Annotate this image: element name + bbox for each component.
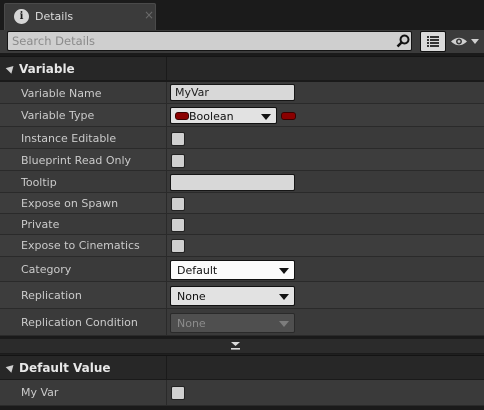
- property-label: Variable Name: [21, 87, 102, 100]
- property-row-replication: Replication None: [0, 282, 484, 309]
- my-var-checkbox[interactable]: [171, 386, 185, 400]
- property-label: Tooltip: [21, 176, 57, 189]
- dropdown-value: None: [177, 317, 206, 330]
- expose-to-cinematics-checkbox[interactable]: [171, 239, 185, 253]
- property-label: Replication: [21, 289, 82, 302]
- tab-strip: i Details ×: [0, 0, 484, 30]
- property-row-expose-on-spawn: Expose on Spawn: [0, 193, 484, 214]
- expand-advanced-icon[interactable]: [230, 341, 241, 351]
- chevron-down-icon: [279, 294, 289, 300]
- column-divider: [166, 149, 167, 170]
- info-icon: i: [14, 9, 29, 24]
- advanced-expander[interactable]: [0, 338, 484, 354]
- column-divider: [166, 309, 167, 335]
- chevron-down-icon: [261, 114, 271, 120]
- container-type-icon[interactable]: [281, 112, 296, 120]
- category-combo[interactable]: Default: [170, 260, 295, 280]
- tab-title: Details: [35, 10, 74, 23]
- variable-type-dropdown[interactable]: Boolean: [170, 107, 277, 124]
- column-divider: [166, 127, 167, 148]
- search-icon[interactable]: [396, 34, 410, 48]
- property-row-instance-editable: Instance Editable: [0, 127, 484, 149]
- search-box[interactable]: [7, 31, 412, 51]
- property-label: Instance Editable: [21, 132, 117, 145]
- blueprint-read-only-checkbox[interactable]: [171, 154, 185, 168]
- section-title: Variable: [19, 62, 75, 76]
- property-row-my-var: My Var: [0, 380, 484, 406]
- property-row-blueprint-read-only: Blueprint Read Only: [0, 149, 484, 171]
- property-label: Expose to Cinematics: [21, 239, 140, 252]
- column-divider: [166, 356, 167, 380]
- search-toolbar: [0, 30, 484, 53]
- tab-details[interactable]: i Details ×: [4, 3, 156, 30]
- tooltip-input[interactable]: [170, 174, 295, 191]
- column-divider: [166, 380, 167, 405]
- chevron-down-icon: [471, 39, 479, 44]
- property-row-variable-name: Variable Name MyVar: [0, 82, 484, 104]
- collapse-arrow-icon[interactable]: [5, 63, 17, 74]
- instance-editable-checkbox[interactable]: [171, 132, 185, 146]
- property-label: Category: [21, 263, 72, 276]
- visibility-options-button[interactable]: [449, 32, 483, 51]
- property-row-replication-condition: Replication Condition None: [0, 309, 484, 336]
- property-label: Replication Condition: [21, 316, 138, 329]
- property-label: Private: [21, 218, 60, 231]
- column-divider: [166, 57, 167, 81]
- dropdown-value: None: [177, 290, 206, 303]
- column-divider: [166, 104, 167, 126]
- property-label: Variable Type: [21, 109, 95, 122]
- property-label: Expose on Spawn: [21, 197, 119, 210]
- chevron-down-icon: [279, 321, 289, 327]
- column-divider: [166, 214, 167, 234]
- column-divider: [166, 82, 167, 103]
- close-icon[interactable]: ×: [144, 8, 154, 22]
- property-row-private: Private: [0, 214, 484, 235]
- list-view-button[interactable]: [420, 31, 446, 52]
- dropdown-value: Boolean: [189, 110, 234, 123]
- section-header-default-value[interactable]: Default Value: [0, 355, 484, 380]
- property-row-tooltip: Tooltip: [0, 171, 484, 193]
- pin-type-icon: [175, 112, 189, 120]
- collapse-arrow-icon[interactable]: [5, 362, 17, 373]
- section-header-variable[interactable]: Variable: [0, 56, 484, 81]
- replication-condition-dropdown: None: [170, 313, 295, 333]
- property-label: Blueprint Read Only: [21, 154, 132, 167]
- variable-name-input[interactable]: MyVar: [170, 84, 295, 101]
- eye-icon: [451, 37, 479, 46]
- column-divider: [166, 235, 167, 256]
- column-divider: [166, 193, 167, 213]
- chevron-down-icon[interactable]: [279, 268, 289, 274]
- expose-on-spawn-checkbox[interactable]: [171, 197, 185, 211]
- list-view-icon: [427, 36, 439, 47]
- column-divider: [166, 282, 167, 308]
- search-input[interactable]: [8, 32, 392, 50]
- property-row-category: Category Default: [0, 257, 484, 282]
- column-divider: [166, 171, 167, 192]
- property-row-expose-to-cinematics: Expose to Cinematics: [0, 235, 484, 257]
- property-label: My Var: [21, 386, 59, 399]
- property-row-variable-type: Variable Type Boolean: [0, 104, 484, 127]
- section-title: Default Value: [19, 361, 111, 375]
- replication-dropdown[interactable]: None: [170, 286, 295, 306]
- column-divider: [166, 257, 167, 281]
- private-checkbox[interactable]: [171, 218, 185, 232]
- dropdown-value: Default: [177, 264, 218, 277]
